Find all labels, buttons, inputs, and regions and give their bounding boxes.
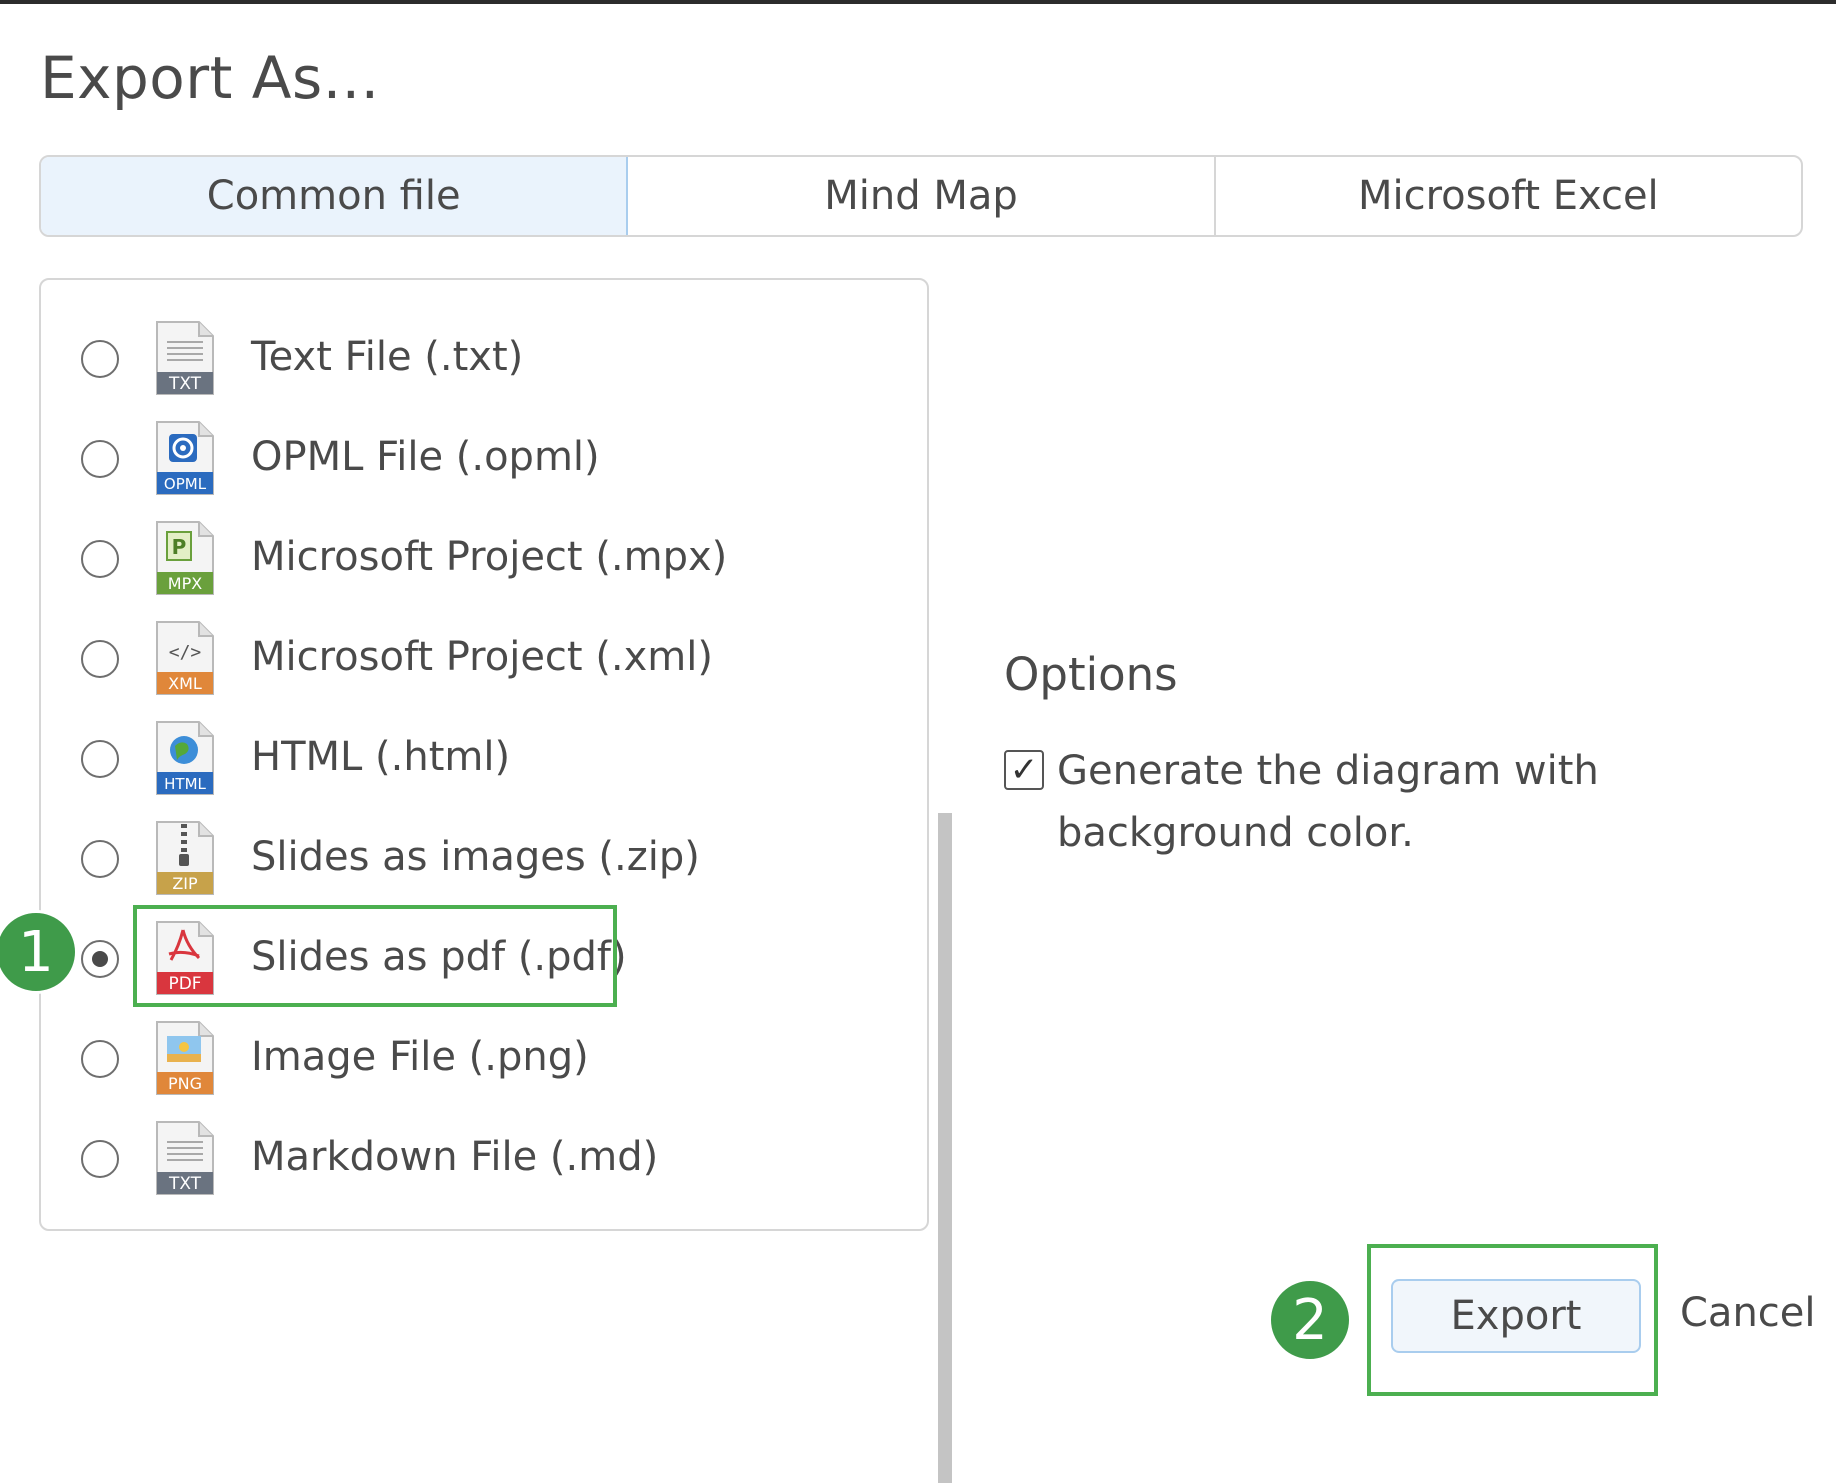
png-file-icon: PNG — [156, 1021, 214, 1095]
format-label: Image File (.png) — [251, 1034, 589, 1080]
step-2-badge: 2 — [1268, 1278, 1352, 1362]
format-item-html[interactable]: HTML HTML (.html) — [41, 720, 901, 800]
pdf-option-highlight — [133, 905, 617, 1007]
tab-common-file[interactable]: Common file — [41, 157, 629, 235]
svg-text:MPX: MPX — [168, 574, 202, 593]
svg-text:OPML: OPML — [164, 475, 207, 493]
export-button[interactable]: Export — [1391, 1279, 1641, 1353]
html-file-icon: HTML — [156, 721, 214, 795]
format-label: Text File (.txt) — [251, 334, 524, 380]
format-label: Microsoft Project (.mpx) — [251, 534, 728, 580]
format-item-mpx[interactable]: P MPX Microsoft Project (.mpx) — [41, 520, 901, 600]
cancel-button[interactable]: Cancel — [1680, 1290, 1816, 1336]
md-file-icon: TXT — [156, 1121, 214, 1195]
background-color-option-label: Generate the diagram with background col… — [1057, 748, 1599, 856]
svg-text:HTML: HTML — [164, 775, 206, 793]
format-item-opml[interactable]: OPML OPML File (.opml) — [41, 420, 901, 500]
window-top-border — [0, 0, 1836, 4]
options-heading: Options — [1004, 648, 1178, 701]
radio-button[interactable] — [81, 640, 119, 678]
radio-button[interactable] — [81, 340, 119, 378]
radio-button[interactable] — [81, 1140, 119, 1178]
format-item-xml[interactable]: </> XML Microsoft Project (.xml) — [41, 620, 901, 700]
format-label: Microsoft Project (.xml) — [251, 634, 713, 680]
svg-text:PNG: PNG — [168, 1074, 202, 1093]
radio-button[interactable] — [81, 1040, 119, 1078]
format-item-zip[interactable]: ZIP Slides as images (.zip) — [41, 820, 901, 900]
mpx-file-icon: P MPX — [156, 521, 214, 595]
svg-text:TXT: TXT — [168, 374, 202, 394]
radio-button-selected[interactable] — [81, 940, 119, 978]
dialog-title: Export As... — [40, 44, 380, 112]
radio-button[interactable] — [81, 740, 119, 778]
format-label: Markdown File (.md) — [251, 1134, 659, 1180]
opml-file-icon: OPML — [156, 421, 214, 495]
svg-text:TXT: TXT — [168, 1174, 202, 1194]
format-category-tabs: Common file Mind Map Microsoft Excel — [39, 155, 1803, 237]
format-list: TXT Text File (.txt) OPML OPML File (.op… — [39, 278, 952, 1483]
format-item-txt[interactable]: TXT Text File (.txt) — [41, 320, 901, 400]
radio-button[interactable] — [81, 440, 119, 478]
svg-text:XML: XML — [168, 674, 202, 693]
list-scrollbar[interactable] — [938, 813, 952, 1483]
format-label: Slides as images (.zip) — [251, 834, 700, 880]
radio-button[interactable] — [81, 840, 119, 878]
tab-microsoft-excel[interactable]: Microsoft Excel — [1216, 157, 1801, 235]
format-label: HTML (.html) — [251, 734, 511, 780]
zip-file-icon: ZIP — [156, 821, 214, 895]
txt-file-icon: TXT — [156, 321, 214, 395]
tab-mind-map[interactable]: Mind Map — [628, 157, 1216, 235]
format-item-png[interactable]: PNG Image File (.png) — [41, 1020, 901, 1100]
svg-text:</>: </> — [169, 642, 202, 663]
xml-file-icon: </> XML — [156, 621, 214, 695]
svg-text:ZIP: ZIP — [172, 874, 198, 893]
background-color-checkbox[interactable]: ✓ — [1004, 750, 1044, 790]
svg-text:P: P — [172, 535, 187, 559]
radio-button[interactable] — [81, 540, 119, 578]
format-item-md[interactable]: TXT Markdown File (.md) — [41, 1120, 901, 1200]
format-label: OPML File (.opml) — [251, 434, 600, 480]
